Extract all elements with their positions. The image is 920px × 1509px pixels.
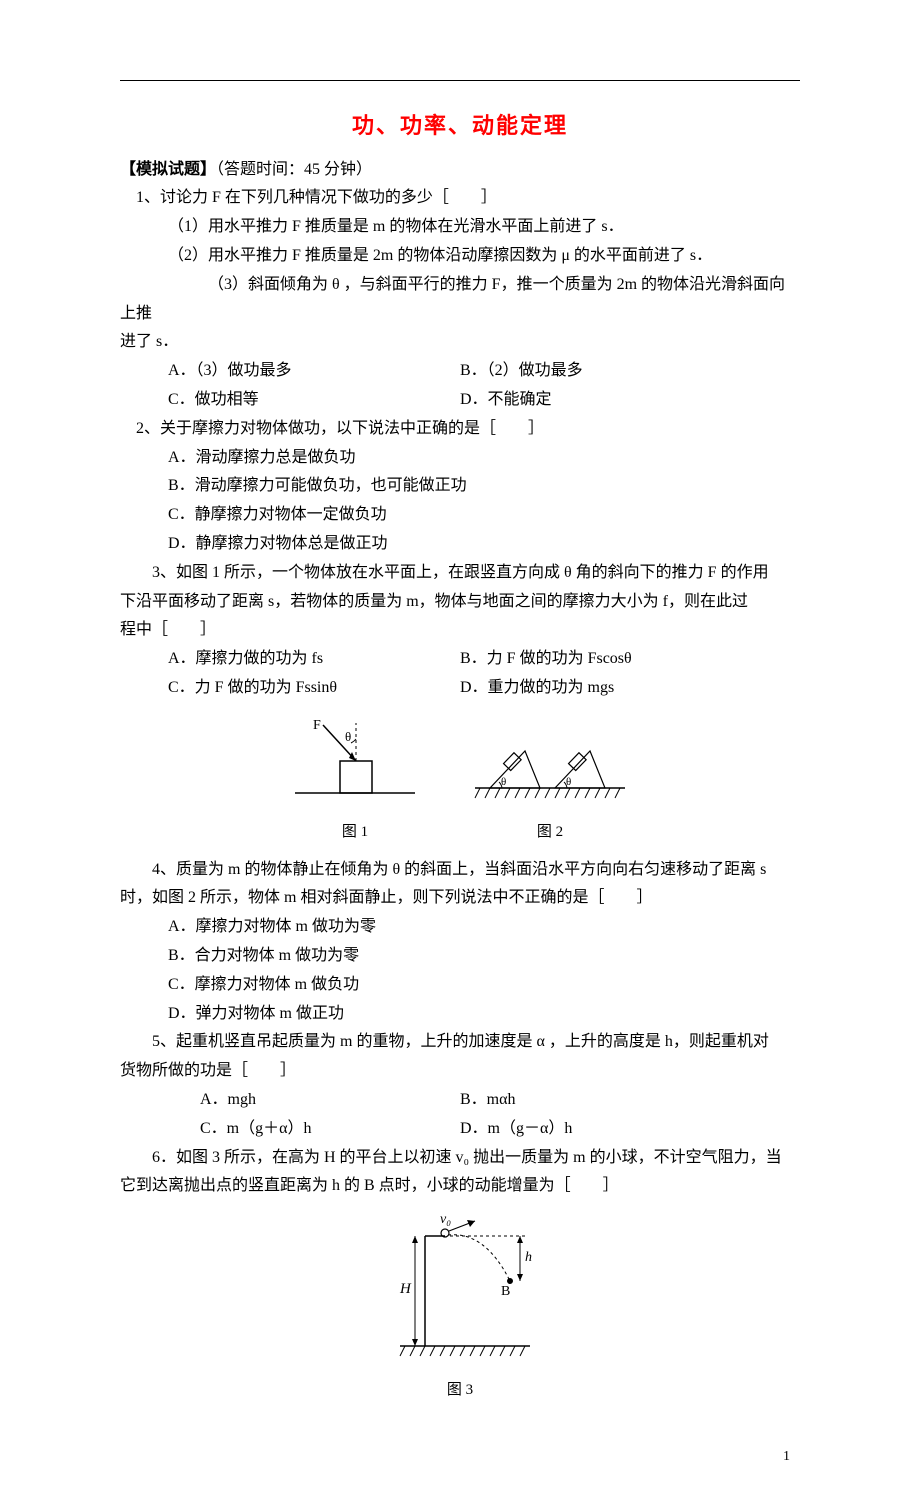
q2-choice-a: A．滑动摩擦力总是做负功 [120,444,800,473]
q4-choice-c: C．摩擦力对物体 m 做负功 [120,971,800,1000]
figure-3-diagram: v₀ B h H [370,1211,550,1361]
q5-choice-a: A．mgh [120,1086,460,1115]
page-top-rule [120,80,800,81]
page-number: 1 [120,1444,800,1469]
q3-choice-c: C．力 F 做的功为 Fssinθ [120,674,460,703]
q5-choice-c: C．m（g＋α）h [120,1115,460,1144]
q2-choice-c: C．静摩擦力对物体一定做负功 [120,501,800,530]
exam-time: （答题时间：45 分钟） [216,161,372,178]
figure-2-diagram: θ θ [465,713,635,803]
exam-header-label: 【模拟试题】 [120,161,216,178]
q2-choice-b: B．滑动摩擦力可能做负功，也可能做正功 [120,472,800,501]
q3-choice-d: D．重力做的功为 mgs [460,674,800,703]
q5-stem-line1: 5、起重机竖直吊起质量为 m 的重物，上升的加速度是 α ，上升的高度是 h，则… [120,1028,800,1057]
q3-choice-b: B．力 F 做的功为 Fscosθ [460,645,800,674]
q5-choice-b: B．mαh [460,1086,800,1115]
figure-3-row: v₀ B h H 图 3 [120,1211,800,1404]
svg-text:θ: θ [566,776,571,788]
figure-1-caption: 图 1 [285,819,425,846]
q4-choice-d: D．弹力对物体 m 做正功 [120,1000,800,1029]
q2-choice-d: D．静摩擦力对物体总是做正功 [120,530,800,559]
q1-choice-a: A．（3）做功最多 [120,357,460,386]
q6-stem-line2: 它到达离抛出点的竖直距离为 h 的 B 点时，小球的动能增量为［ ］ [120,1172,800,1201]
q4-stem-line1: 4、质量为 m 的物体静止在倾角为 θ 的斜面上，当斜面沿水平方向向右匀速移动了… [120,856,800,885]
figure-3-h-label: h [525,1250,532,1265]
figure-1-diagram: F θ [285,713,425,803]
q1-p2: （2）用水平推力 F 推质量是 2m 的物体沿动摩擦因数为 μ 的水平面前进了 … [120,242,800,271]
q1-choice-b: B．（2）做功最多 [460,357,800,386]
figure-3: v₀ B h H 图 3 [370,1211,550,1404]
figure-3-B-label: B [501,1284,510,1299]
document-title: 功、功率、动能定理 [120,106,800,146]
q1-p1: （1）用水平推力 F 推质量是 m 的物体在光滑水平面上前进了 s． [120,213,800,242]
figures-1-2-row: F θ 图 1 θ θ [120,713,800,846]
q5-choice-d: D．m（g－α）h [460,1115,800,1144]
figure-3-v0-label: v₀ [440,1212,451,1227]
q3-stem-line2: 下沿平面移动了距离 s，若物体的质量为 m，物体与地面之间的摩擦力大小为 f，则… [120,588,800,617]
q5-stem-line2: 货物所做的功是［ ］ [120,1057,800,1086]
q4-choice-a: A．摩擦力对物体 m 做功为零 [120,913,800,942]
figure-3-H-label: H [399,1281,412,1297]
q2-stem: 2、关于摩擦力对物体做功，以下说法中正确的是［ ］ [120,415,800,444]
exam-header: 【模拟试题】（答题时间：45 分钟） [120,156,800,185]
q3-choice-a: A．摩擦力做的功为 fs [120,645,460,674]
figure-1-F-label: F [313,718,321,733]
svg-text:θ: θ [501,776,506,788]
q1-choice-c: C．做功相等 [120,386,460,415]
q3-stem-line3: 程中［ ］ [120,616,800,645]
q6-stem-line1: 6．如图 3 所示，在高为 H 的平台上以初速 v₀ 抛出一质量为 m 的小球，… [120,1144,800,1173]
q1-stem: 1、讨论力 F 在下列几种情况下做功的多少［ ］ [120,184,800,213]
figure-3-caption: 图 3 [370,1377,550,1404]
q4-choice-b: B．合力对物体 m 做功为零 [120,942,800,971]
q4-stem-line2: 时，如图 2 所示，物体 m 相对斜面静止，则下列说法中不正确的是［ ］ [120,884,800,913]
q1-choice-d: D．不能确定 [460,386,800,415]
q1-p3-line1: （3）斜面倾角为 θ ，与斜面平行的推力 F，推一个质量为 2m 的物体沿光滑斜… [120,271,800,329]
figure-1-theta-label: θ [345,729,351,744]
figure-1: F θ 图 1 [285,713,425,846]
q3-stem-line1: 3、如图 1 所示，一个物体放在水平面上，在跟竖直方向成 θ 角的斜向下的推力 … [120,559,800,588]
figure-2-caption: 图 2 [465,819,635,846]
figure-2: θ θ 图 2 [465,713,635,846]
q1-p3-line2: 进了 s． [120,328,800,357]
